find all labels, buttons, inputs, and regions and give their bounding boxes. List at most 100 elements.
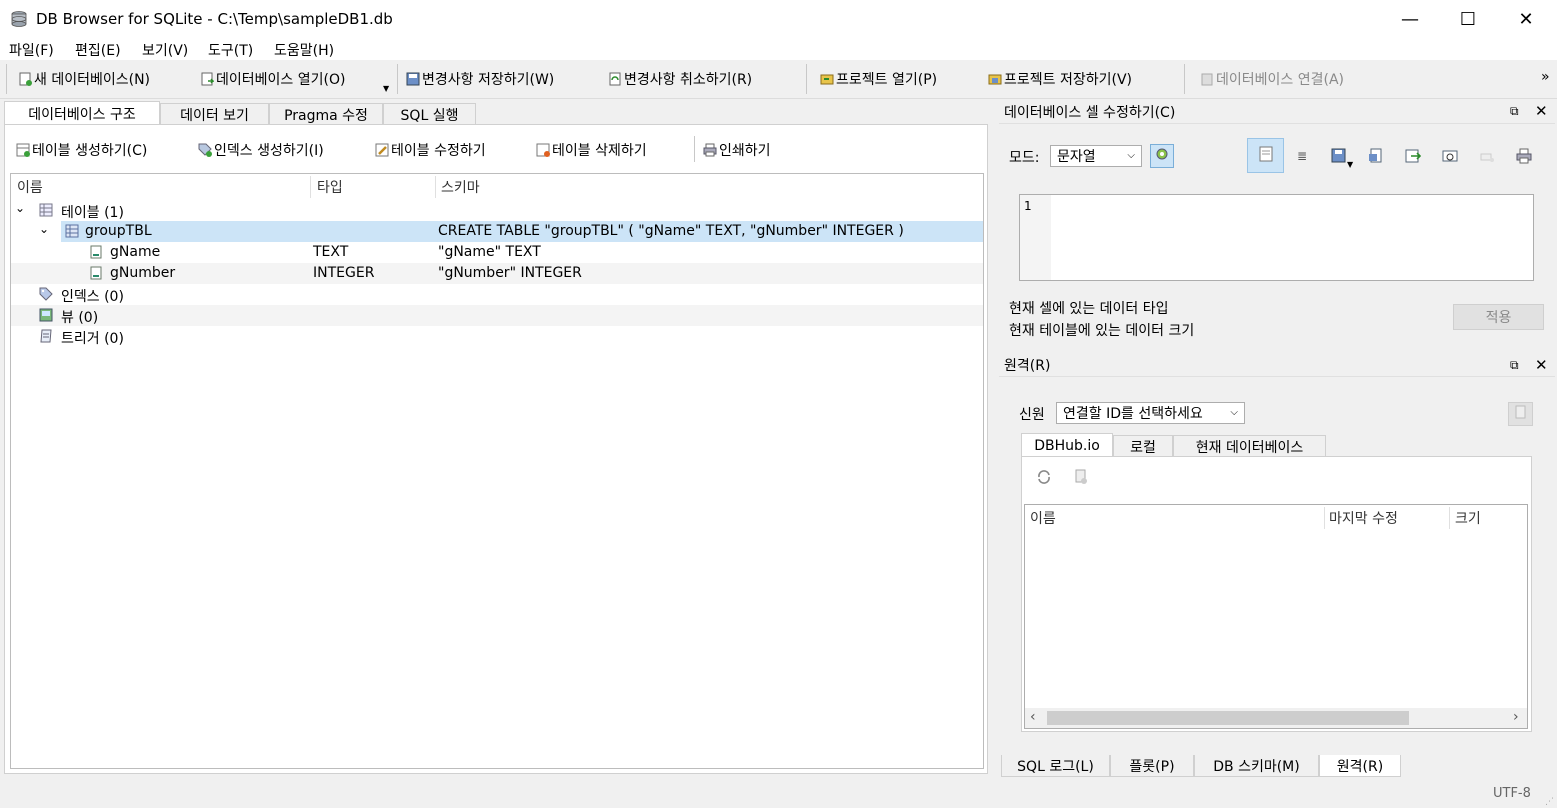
minimize-button[interactable]: — bbox=[1381, 0, 1439, 38]
mode-label: 모드: bbox=[1009, 150, 1040, 166]
open-database-dropdown-icon[interactable]: ▼ bbox=[383, 84, 389, 93]
horizontal-scrollbar[interactable]: ‹ › bbox=[1025, 708, 1527, 728]
write-changes-button[interactable]: 변경사항 저장하기(W) bbox=[406, 69, 554, 89]
refresh-icon[interactable] bbox=[1035, 468, 1053, 486]
cell-editor[interactable]: 1 bbox=[1019, 194, 1534, 281]
tab-sql-log[interactable]: SQL 로그(L) bbox=[1001, 755, 1110, 777]
tree-row-tables[interactable]: ⌄ 테이블 (1) bbox=[11, 200, 983, 221]
new-database-button[interactable]: 새 데이터베이스(N) bbox=[18, 69, 150, 89]
structure-toolbar-separator bbox=[694, 136, 695, 162]
clone-icon[interactable] bbox=[1072, 468, 1090, 486]
open-database-icon bbox=[200, 72, 215, 86]
tab-edit-pragmas[interactable]: Pragma 수정 bbox=[269, 103, 383, 125]
line-number: 1 bbox=[1024, 199, 1032, 213]
tab-current-database[interactable]: 현재 데이터베이스 bbox=[1173, 435, 1326, 457]
column-header-type[interactable]: 타입 bbox=[317, 174, 427, 200]
indices-label: 인덱스 (0) bbox=[61, 289, 124, 305]
attach-database-button[interactable]: 데이터베이스 연결(A) bbox=[1200, 69, 1344, 89]
toolbar-grip bbox=[6, 64, 7, 94]
tree-row-indices[interactable]: 인덱스 (0) bbox=[11, 284, 983, 305]
size-grip-icon[interactable]: ⋰ bbox=[1545, 797, 1554, 807]
tab-browse-data[interactable]: 데이터 보기 bbox=[160, 103, 269, 125]
modify-table-button[interactable]: 테이블 수정하기 bbox=[375, 140, 486, 160]
print-button[interactable]: 인쇄하기 bbox=[703, 140, 771, 160]
schema-tree[interactable]: 이름 타입 스키마 ⌄ 테이블 (1) groupTBL CREATE TABL… bbox=[10, 173, 984, 769]
create-index-button[interactable]: 인덱스 생성하기(I) bbox=[198, 140, 324, 160]
toolbar-separator bbox=[1184, 64, 1185, 94]
tab-local[interactable]: 로컬 bbox=[1113, 435, 1173, 457]
header-divider bbox=[310, 176, 311, 198]
tab-remote[interactable]: 원격(R) bbox=[1319, 755, 1401, 777]
open-project-label: 프로젝트 열기(P) bbox=[836, 72, 938, 88]
save-project-button[interactable]: 프로젝트 저장하기(V) bbox=[988, 69, 1132, 89]
window-title: DB Browser for SQLite - C:\Temp\sampleDB… bbox=[36, 10, 393, 28]
tree-row-table-grouptbl[interactable]: groupTBL CREATE TABLE "groupTBL" ( "gNam… bbox=[61, 221, 983, 242]
dock-close-icon[interactable]: ✕ bbox=[1535, 102, 1548, 120]
scrollbar-thumb[interactable] bbox=[1047, 711, 1409, 725]
remote-column-size[interactable]: 크기 bbox=[1455, 505, 1515, 531]
chevron-down-icon: ⌵ bbox=[1230, 407, 1238, 418]
menu-help[interactable]: 도움말(H) bbox=[274, 40, 334, 60]
delete-table-button[interactable]: 테이블 삭제하기 bbox=[536, 140, 647, 160]
column-type: INTEGER bbox=[313, 265, 375, 281]
tab-plot[interactable]: 플롯(P) bbox=[1110, 755, 1194, 777]
maximize-button[interactable]: ☐ bbox=[1439, 0, 1497, 38]
save-dropdown-arrow-icon[interactable]: ▼ bbox=[1347, 160, 1353, 169]
dock-float-icon[interactable]: ⧉ bbox=[1510, 358, 1519, 373]
export-file-icon[interactable] bbox=[1404, 147, 1422, 165]
indent-format-icon[interactable]: ≣ bbox=[1293, 147, 1311, 165]
clone-database-button[interactable] bbox=[1508, 402, 1533, 426]
toolbar-overflow-icon[interactable]: » bbox=[1541, 69, 1550, 85]
clone-database-icon bbox=[1514, 405, 1528, 423]
remote-column-last-modified[interactable]: 마지막 수정 bbox=[1329, 505, 1444, 531]
open-project-icon bbox=[820, 72, 834, 86]
expand-chevron-icon[interactable]: ⌄ bbox=[39, 222, 49, 236]
apply-button[interactable]: 적용 bbox=[1453, 304, 1544, 330]
revert-changes-button[interactable]: 변경사항 취소하기(R) bbox=[608, 69, 752, 89]
erase-icon[interactable] bbox=[1478, 147, 1496, 165]
save-dropdown-icon[interactable] bbox=[1330, 147, 1348, 165]
header-divider bbox=[1449, 507, 1450, 529]
auto-switch-mode-button[interactable] bbox=[1150, 144, 1174, 168]
column-header-name[interactable]: 이름 bbox=[17, 174, 307, 200]
identity-select[interactable]: 연결할 ID를 선택하세요 ⌵ bbox=[1056, 402, 1245, 424]
column-header-schema[interactable]: 스키마 bbox=[441, 174, 741, 200]
dock-float-icon[interactable]: ⧉ bbox=[1510, 104, 1519, 119]
identity-label: 신원 bbox=[1019, 407, 1045, 423]
create-table-button[interactable]: 테이블 생성하기(C) bbox=[16, 140, 147, 160]
set-null-icon[interactable] bbox=[1441, 147, 1459, 165]
modify-table-label: 테이블 수정하기 bbox=[391, 143, 486, 159]
tree-row-triggers[interactable]: 트리거 (0) bbox=[11, 326, 983, 347]
tab-db-schema[interactable]: DB 스키마(M) bbox=[1194, 755, 1319, 777]
dock-close-icon[interactable]: ✕ bbox=[1535, 356, 1548, 374]
mode-select[interactable]: 문자열 ⌵ bbox=[1050, 145, 1142, 167]
views-label: 뷰 (0) bbox=[61, 310, 99, 326]
remote-file-list[interactable]: 이름 마지막 수정 크기 ‹ › bbox=[1024, 504, 1528, 729]
open-project-button[interactable]: 프로젝트 열기(P) bbox=[820, 69, 937, 89]
tables-label: 테이블 (1) bbox=[61, 205, 124, 221]
remote-column-name[interactable]: 이름 bbox=[1030, 505, 1320, 531]
close-button[interactable]: ✕ bbox=[1497, 0, 1555, 38]
tab-dbhub[interactable]: DBHub.io bbox=[1021, 433, 1113, 457]
create-table-label: 테이블 생성하기(C) bbox=[32, 143, 148, 159]
menu-file[interactable]: 파일(F) bbox=[9, 40, 54, 60]
tree-row-views[interactable]: 뷰 (0) bbox=[11, 305, 983, 326]
tab-execute-sql[interactable]: SQL 실행 bbox=[383, 103, 476, 125]
word-wrap-button[interactable] bbox=[1247, 138, 1284, 173]
expand-chevron-icon[interactable]: ⌄ bbox=[15, 201, 25, 215]
open-database-button[interactable]: 데이터베이스 열기(O) bbox=[200, 69, 345, 89]
table-name: groupTBL bbox=[85, 223, 152, 239]
menu-tools[interactable]: 도구(T) bbox=[208, 40, 253, 60]
tree-row-column[interactable]: gNumber INTEGER "gNumber" INTEGER bbox=[11, 263, 983, 284]
menu-view[interactable]: 보기(V) bbox=[142, 40, 188, 60]
attach-database-label: 데이터베이스 연결(A) bbox=[1216, 72, 1344, 88]
scroll-right-icon[interactable]: › bbox=[1513, 709, 1519, 725]
index-tag-icon bbox=[39, 287, 53, 305]
tab-database-structure[interactable]: 데이터베이스 구조 bbox=[4, 101, 160, 125]
tree-row-column[interactable]: gName TEXT "gName" TEXT bbox=[11, 242, 983, 263]
import-file-icon[interactable] bbox=[1367, 147, 1385, 165]
printer-icon[interactable] bbox=[1515, 147, 1533, 165]
printer-icon bbox=[703, 143, 717, 157]
scroll-left-icon[interactable]: ‹ bbox=[1030, 709, 1036, 725]
menu-edit[interactable]: 편집(E) bbox=[75, 40, 121, 60]
